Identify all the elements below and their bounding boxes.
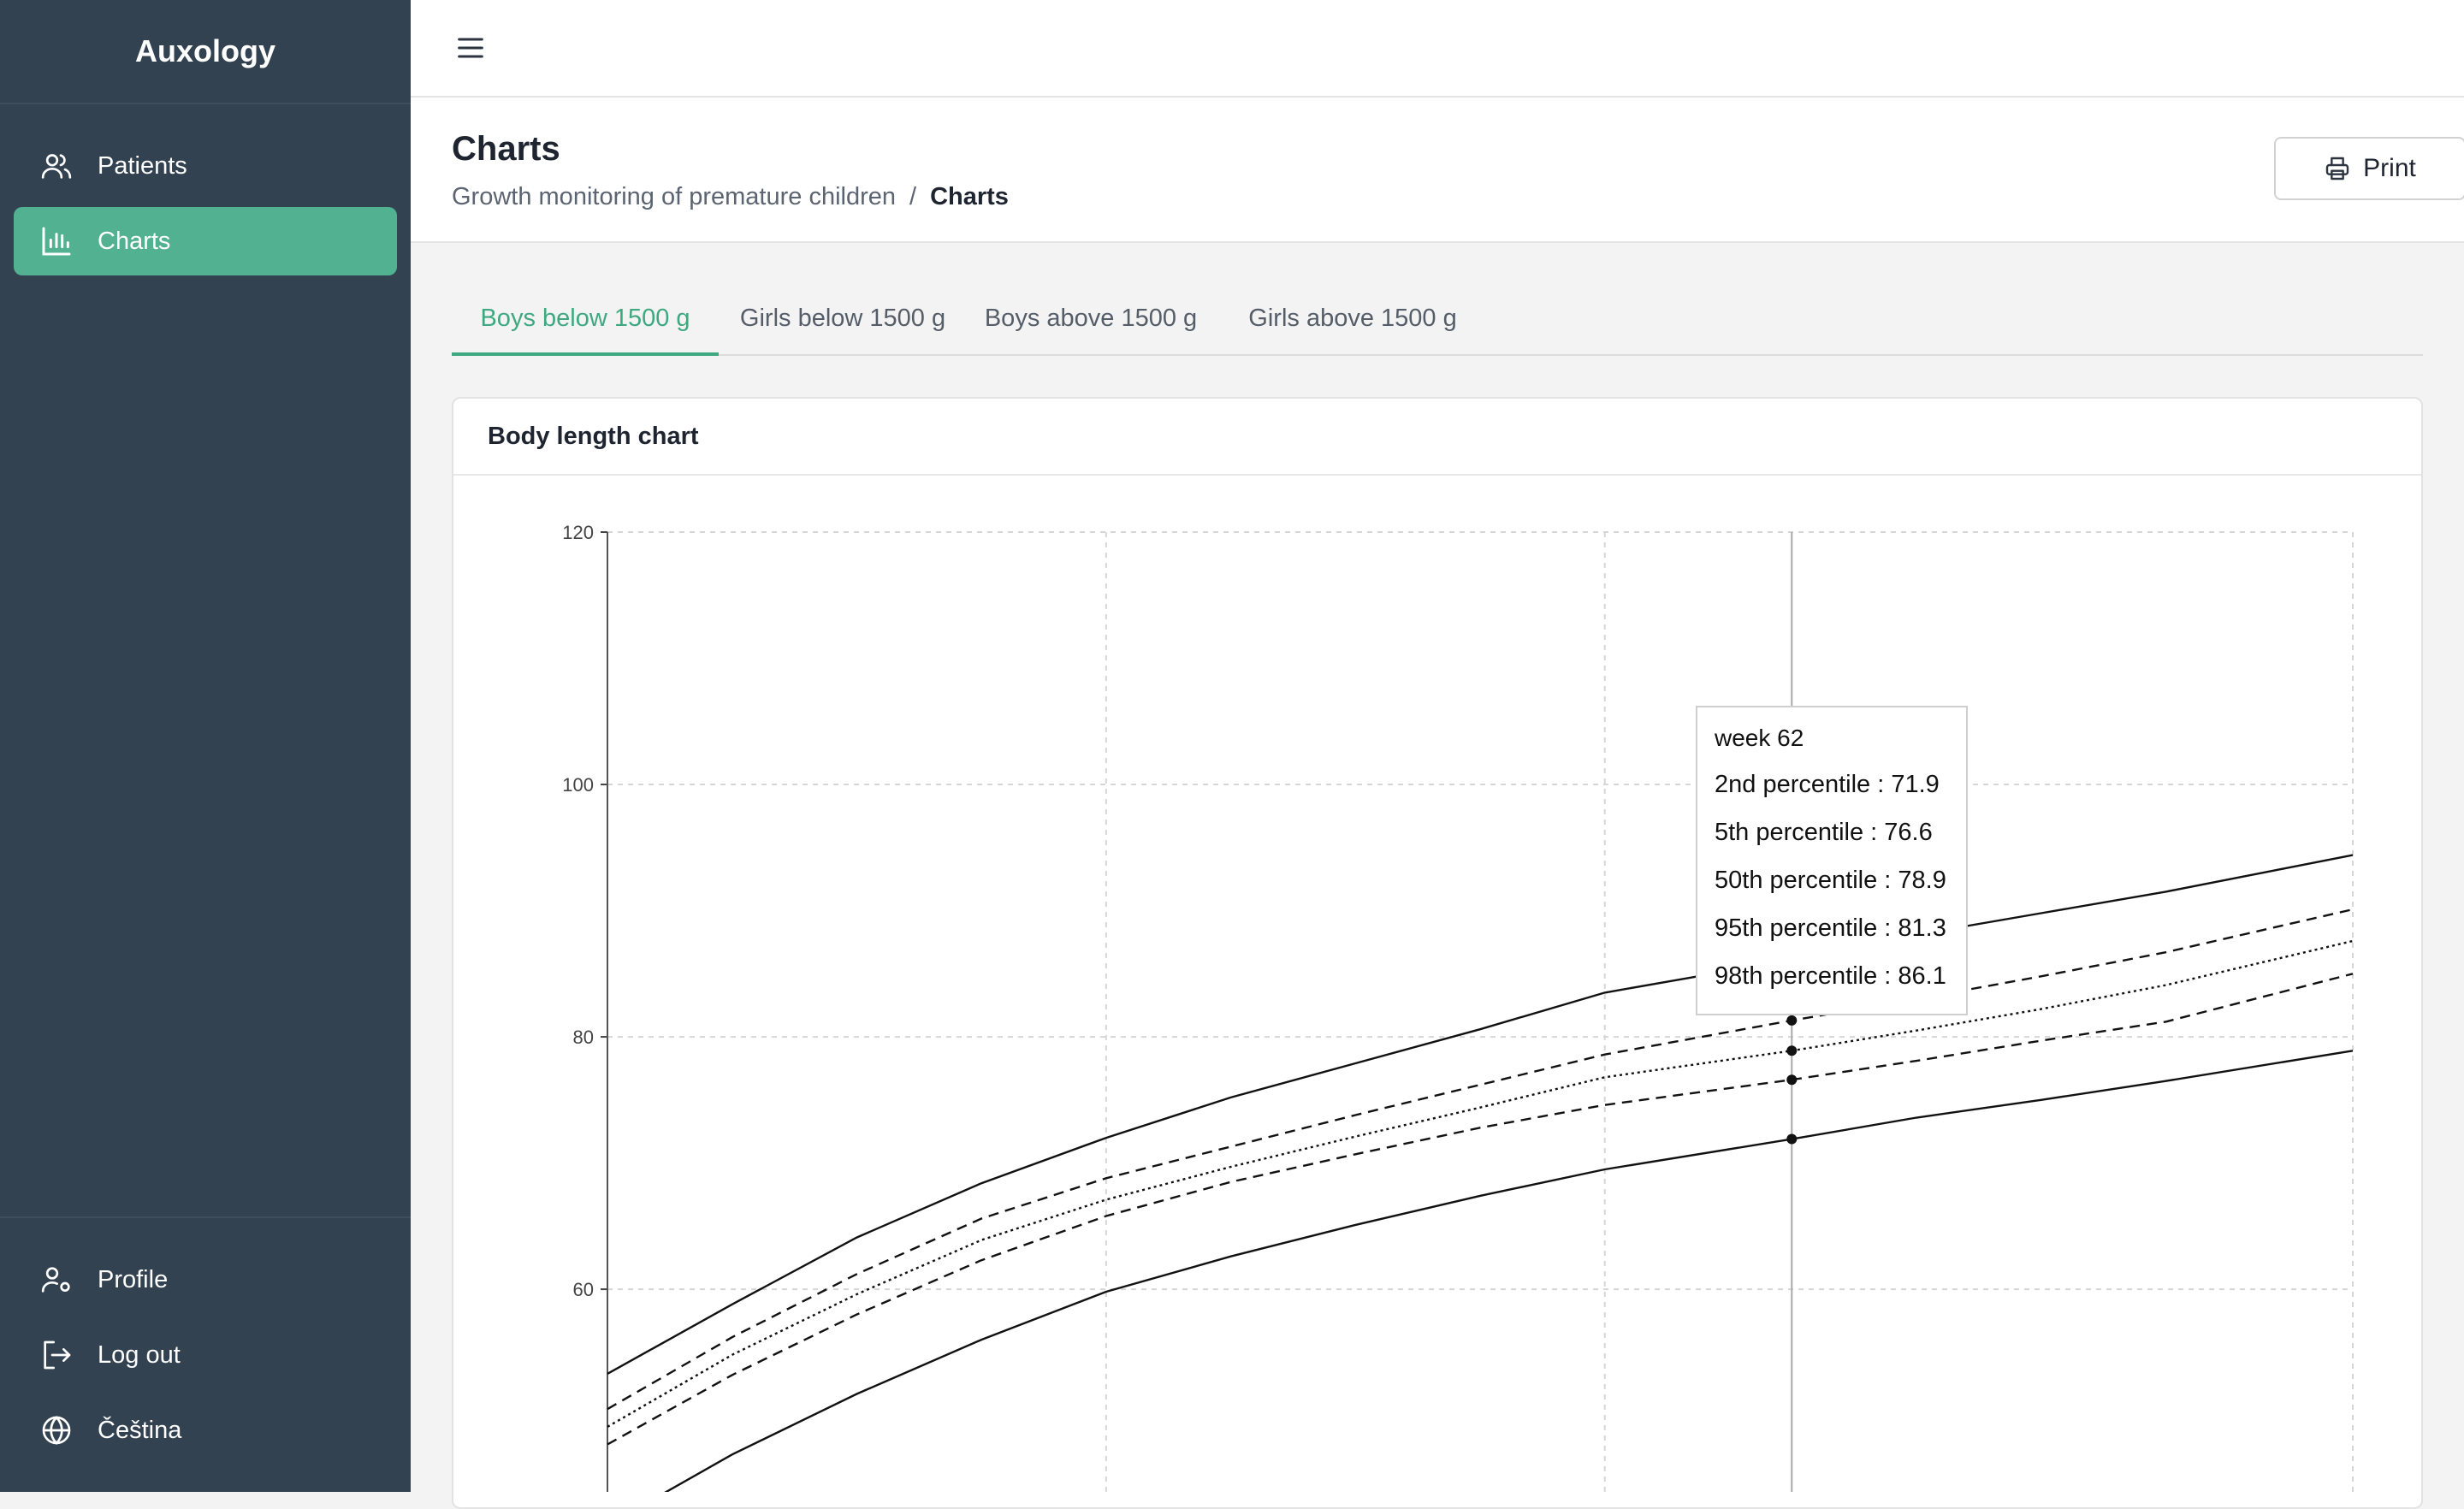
chart-tooltip: week 62 2nd percentile : 71.9 5th percen… bbox=[1696, 706, 1968, 1015]
plot-frame bbox=[607, 531, 2354, 1492]
tooltip-row: 5th percentile : 76.6 bbox=[1715, 819, 1933, 846]
hover-point bbox=[1786, 1074, 1798, 1086]
tooltip-row: 50th percentile : 78.9 bbox=[1715, 867, 1946, 894]
y-tick-label: 80 bbox=[573, 1027, 594, 1048]
hover-point bbox=[1786, 1015, 1798, 1026]
hover-point bbox=[1786, 1045, 1798, 1056]
series-line bbox=[607, 939, 2354, 1428]
series-line bbox=[607, 973, 2354, 1446]
y-tick-label: 100 bbox=[562, 774, 594, 796]
series-line bbox=[607, 854, 2354, 1375]
tooltip-row: 98th percentile : 86.1 bbox=[1715, 962, 1946, 990]
tooltip-header: week 62 bbox=[1715, 725, 1804, 751]
y-tick-label: 120 bbox=[562, 522, 594, 543]
tooltip-row: 95th percentile : 81.3 bbox=[1715, 914, 1946, 942]
tooltip-row: 2nd percentile : 71.9 bbox=[1715, 771, 1940, 798]
body-length-chart[interactable]: 60 80 100 120 bbox=[0, 0, 2464, 1492]
series-line bbox=[607, 908, 2354, 1411]
hover-point bbox=[1786, 1133, 1798, 1145]
series-line bbox=[664, 1050, 2354, 1492]
y-tick-label: 60 bbox=[573, 1279, 594, 1300]
